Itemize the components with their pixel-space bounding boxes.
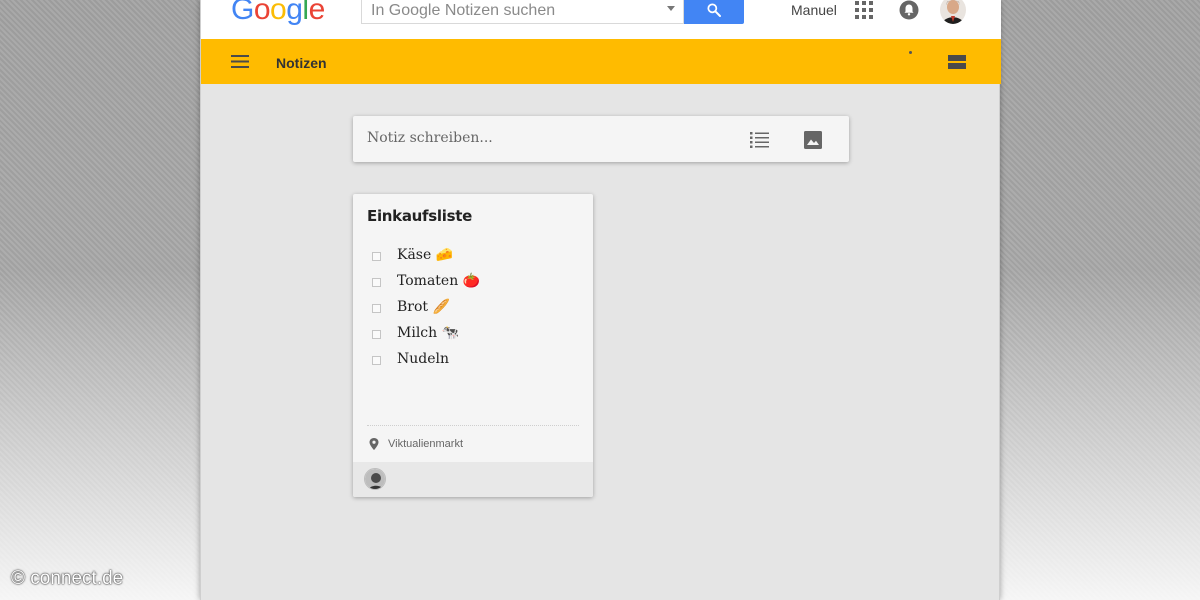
- item-checkbox[interactable]: [372, 252, 381, 261]
- apps-grid-icon[interactable]: [855, 1, 873, 19]
- take-note-box[interactable]: Notiz schreiben...: [353, 116, 849, 162]
- watermark: © connect.de: [11, 568, 124, 589]
- user-name-link[interactable]: Manuel: [791, 2, 837, 18]
- app-toolbar: Notizen: [201, 39, 1001, 84]
- list-item: Brot 🥖: [367, 298, 581, 324]
- search-input[interactable]: [362, 0, 662, 23]
- list-item: Tomaten 🍅: [367, 272, 581, 298]
- menu-icon[interactable]: [231, 55, 251, 69]
- sync-indicator-icon: [909, 51, 912, 54]
- list-item: Käse 🧀: [367, 246, 581, 272]
- item-checkbox[interactable]: [372, 304, 381, 313]
- item-checkbox[interactable]: [372, 356, 381, 365]
- search-options-chevron-down-icon[interactable]: [667, 6, 675, 11]
- list-item: Milch 🐄: [367, 324, 581, 350]
- note-divider: [367, 425, 579, 426]
- note-title: Einkaufsliste: [367, 207, 472, 225]
- item-label[interactable]: Nudeln: [397, 351, 449, 367]
- notifications-bell-icon[interactable]: [899, 0, 919, 20]
- keep-app-window: Google Manuel: [200, 0, 1001, 600]
- item-label[interactable]: Tomaten 🍅: [397, 273, 480, 289]
- page-title: Notizen: [276, 55, 327, 71]
- search-box: [361, 0, 684, 24]
- item-label[interactable]: Brot 🥖: [397, 299, 450, 315]
- take-note-input[interactable]: Notiz schreiben...: [367, 130, 493, 146]
- google-top-bar: Google Manuel: [201, 0, 1001, 39]
- item-checkbox[interactable]: [372, 330, 381, 339]
- list-item: Nudeln: [367, 350, 581, 376]
- collaborator-avatar-photo: [365, 469, 385, 489]
- location-label: Viktualienmarkt: [388, 438, 463, 450]
- search-button[interactable]: [684, 0, 744, 24]
- note-checklist: Käse 🧀 Tomaten 🍅 Brot 🥖 Milch 🐄 Nudeln: [367, 246, 581, 376]
- user-avatar-photo: [940, 0, 966, 24]
- item-label[interactable]: Milch 🐄: [397, 325, 459, 341]
- item-label[interactable]: Käse 🧀: [397, 247, 453, 263]
- image-icon[interactable]: [804, 131, 822, 149]
- checklist-icon[interactable]: [750, 132, 770, 148]
- note-footer: [353, 462, 593, 497]
- search-icon: [707, 3, 721, 17]
- note-card[interactable]: Einkaufsliste Käse 🧀 Tomaten 🍅 Brot 🥖 Mi…: [353, 194, 593, 497]
- google-logo[interactable]: Google: [231, 0, 325, 27]
- item-checkbox[interactable]: [372, 278, 381, 287]
- user-avatar[interactable]: [940, 0, 966, 24]
- location-pin-icon: [369, 438, 379, 450]
- collaborator-avatar[interactable]: [364, 468, 386, 490]
- list-view-icon[interactable]: [948, 55, 966, 69]
